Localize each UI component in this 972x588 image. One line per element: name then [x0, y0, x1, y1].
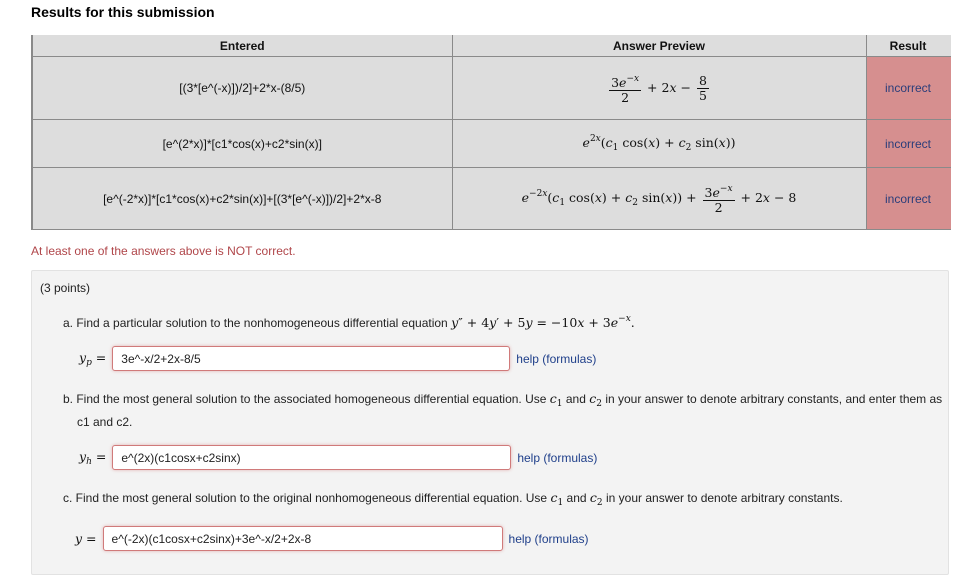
- part-a-prompt: a. Find a particular solution to the non…: [63, 310, 635, 332]
- part-a-answer-row: yp = help (formulas): [79, 346, 596, 371]
- entered-cell: [(3*[e^(-x)])/2]+2*x-(8/5): [31, 56, 453, 120]
- part-c-text-1: c. Find the most general solution to the…: [63, 491, 548, 505]
- answer-preview-math: e−2x(c1 cos(x) + c2 sin(x)) + 3e−x 2 + 2x…: [521, 184, 797, 215]
- c1-symbol: c1: [549, 391, 563, 409]
- y-label: y =: [75, 531, 97, 546]
- column-header-result: Result: [865, 35, 951, 57]
- yp-label: yp =: [79, 349, 107, 368]
- part-c-answer-row: y = help (formulas): [75, 526, 589, 551]
- answer-preview-math: e2x(c1 cos(x) + c2 sin(x)): [582, 134, 736, 153]
- c2-symbol: c2: [589, 490, 603, 508]
- help-formulas-link-b[interactable]: help (formulas): [517, 451, 597, 465]
- part-b-text-2: and: [565, 392, 586, 406]
- result-cell: incorrect: [865, 167, 951, 230]
- page-title: Results for this submission: [31, 4, 215, 20]
- yh-label: yh =: [79, 448, 107, 467]
- problem-panel: (3 points) a. Find a particular solution…: [31, 270, 949, 575]
- entered-cell: [e^(2*x)]*[c1*cos(x)+c2*sin(x)]: [31, 119, 453, 168]
- result-cell: incorrect: [865, 56, 951, 120]
- c1-symbol: c1: [550, 490, 564, 508]
- incorrect-warning: At least one of the answers above is NOT…: [31, 244, 296, 258]
- answer-preview-math: 3e−x 2 + 2x − 85: [609, 72, 709, 105]
- problem-points: (3 points): [40, 281, 91, 295]
- result-cell: incorrect: [865, 119, 951, 168]
- results-table: Entered Answer Preview Result [(3*[e^(-x…: [31, 35, 951, 230]
- part-b-text-1: b. Find the most general solution to the…: [63, 392, 547, 406]
- part-c-text-2: and: [566, 491, 587, 505]
- part-b-prompt: b. Find the most general solution to the…: [63, 390, 952, 431]
- help-formulas-link-c[interactable]: help (formulas): [509, 532, 589, 546]
- column-header-entered: Entered: [31, 35, 453, 57]
- help-formulas-link-a[interactable]: help (formulas): [516, 352, 596, 366]
- answer-preview-cell: 3e−x 2 + 2x − 85: [451, 56, 867, 120]
- yh-answer-input[interactable]: [112, 445, 512, 470]
- table-row: [e^(-2*x)]*[c1*cos(x)+c2*sin(x)]+[(3*[e^…: [31, 167, 951, 230]
- answer-preview-cell: e−2x(c1 cos(x) + c2 sin(x)) + 3e−x 2 + 2x…: [451, 167, 867, 230]
- part-b-answer-row: yh = help (formulas): [79, 445, 597, 470]
- part-c-prompt: c. Find the most general solution to the…: [63, 489, 843, 512]
- y-answer-input[interactable]: [102, 526, 503, 551]
- part-a-text: a. Find a particular solution to the non…: [63, 316, 448, 330]
- table-header-row: Entered Answer Preview Result: [31, 35, 951, 57]
- yp-answer-input[interactable]: [112, 346, 511, 371]
- part-c-text-3: in your answer to denote arbitrary const…: [606, 491, 843, 505]
- column-header-answer-preview: Answer Preview: [451, 35, 867, 57]
- table-row: [e^(2*x)]*[c1*cos(x)+c2*sin(x)] e2x(c1 c…: [31, 119, 951, 168]
- c2-symbol: c2: [589, 391, 602, 409]
- differential-equation: y″ + 4y′ + 5y = −10x + 3e−x.: [451, 314, 635, 330]
- entered-cell: [e^(-2*x)]*[c1*cos(x)+c2*sin(x)]+[(3*[e^…: [31, 167, 453, 230]
- answer-preview-cell: e2x(c1 cos(x) + c2 sin(x)): [451, 119, 867, 168]
- table-row: [(3*[e^(-x)])/2]+2*x-(8/5) 3e−x 2 + 2x − …: [31, 56, 951, 120]
